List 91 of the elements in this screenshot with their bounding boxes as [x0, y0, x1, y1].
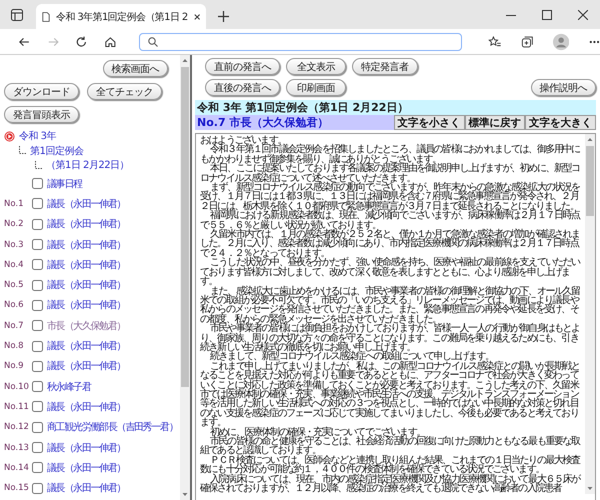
- speech-number: No.1: [4, 198, 25, 209]
- speech-checkbox[interactable]: [32, 422, 43, 433]
- collections-icon[interactable]: [521, 34, 535, 48]
- speech-checkbox[interactable]: [32, 360, 43, 372]
- home-icon[interactable]: [104, 34, 117, 48]
- speech-link[interactable]: 議長（永田一伸君）: [47, 359, 126, 374]
- profile-icon[interactable]: [552, 32, 570, 50]
- speech-link[interactable]: 議長（永田一伸君）: [47, 400, 126, 414]
- close-icon[interactable]: [194, 12, 200, 20]
- speech-paragraph: 入院病床については、現在、市内の感染症指定医療機関及び協力医療機関において最大６５床が確保されておりますが、１２月以降、感染症の治療を終えても退院できない高齢者の入院患者: [200, 474, 582, 494]
- speech-number: No.10: [4, 382, 30, 392]
- speech-link[interactable]: 商工観光労働部長（吉田秀一君）: [47, 420, 178, 434]
- speech-paragraph: こうした状況の中、昼夜を分かたず、強い使命感を持ち、医療や福祉の最前線を支えていただいております皆様方に対しまして、改めて深く敬意を表しますとともに、心より感謝を申し上げます。: [200, 258, 582, 286]
- close-icon[interactable]: [578, 10, 588, 20]
- speech-link[interactable]: 秋永峰子君: [47, 380, 91, 394]
- speech-paragraph: 初めに、医療体制の確保・充実についてでございます。: [210, 428, 426, 437]
- address-field[interactable]: [138, 32, 462, 50]
- speech-number: No.2: [4, 219, 25, 230]
- session-title-bar: 令和 3年 第1回定例会（第1日 2月22日）: [195, 100, 596, 115]
- speech-number: No.7: [4, 320, 25, 331]
- speaker-name: No.7 市長（大久保勉君）: [197, 115, 328, 130]
- tree-link[interactable]: （第1日 2月22日）: [46, 158, 130, 172]
- speech-number: No.4: [4, 260, 25, 270]
- new-tab-icon[interactable]: [218, 11, 229, 22]
- speech-paragraph: これまで申し上げてまいりましたが、私は、この新型コロナウイルス感染症との闘いが長期戦となることを見据えた対応が何よりも重要であるとともに、アフターコロナで社会が大きく変わっていくことに対応した政策を準備しておくことが必要と考えております。こうした考えの下、久留米市では医療体制の確保・充実、事業継続や市民生活への支援、デジタルトランスフォーメーション等を活用した新しい生活様式への対応の３つを視点とし、一時的ではない中長期的な対策と切れ目のない支援を感染症のフェーズに応じて実施してまいりましたし、今後も必要であると考えております。: [200, 362, 581, 428]
- browser-tab[interactable]: 令和 3年第1回定例会（第1日 2: [36, 4, 206, 29]
- speech-link[interactable]: 議長（永田一伸君）: [47, 481, 126, 496]
- tree-link[interactable]: 令和 3年: [19, 129, 56, 144]
- speech-link[interactable]: 議長（永田一伸君）: [47, 460, 126, 475]
- tab-actions-icon[interactable]: [10, 8, 24, 22]
- speech-link[interactable]: 議長（永田一伸君）: [47, 440, 126, 454]
- speech-number: No.13: [4, 442, 30, 452]
- speech-link[interactable]: 議事日程: [47, 176, 82, 191]
- speech-checkbox[interactable]: [32, 320, 43, 332]
- tree-link[interactable]: 第1回定例会: [30, 144, 84, 158]
- nav-button[interactable]: 印刷画面: [286, 79, 346, 96]
- speech-checkbox[interactable]: [32, 198, 43, 210]
- speech-checkbox[interactable]: [32, 340, 43, 352]
- sidebar-button[interactable]: 全てチェック: [87, 83, 162, 100]
- scrollbar[interactable]: [180, 55, 190, 500]
- sidebar-button[interactable]: 検索画面へ: [102, 60, 168, 77]
- speech-checkbox[interactable]: [32, 300, 43, 311]
- font-size-button[interactable]: 標準に戻す: [464, 115, 525, 130]
- nav-button[interactable]: 直前の発言へ: [205, 58, 280, 75]
- speech-checkbox[interactable]: [32, 482, 43, 494]
- font-size-button[interactable]: 文字を大きく: [525, 115, 596, 130]
- maximize-icon[interactable]: [542, 10, 552, 20]
- more-icon[interactable]: [589, 40, 600, 44]
- speech-checkbox[interactable]: [32, 259, 43, 270]
- tab-title: 令和 3年第1回定例会（第1日 2: [56, 10, 188, 24]
- speech-checkbox[interactable]: [32, 280, 43, 291]
- speech-link[interactable]: 議長（永田一伸君）: [47, 196, 126, 211]
- nav-button[interactable]: 特定発言者: [352, 58, 418, 75]
- speech-number: No.12: [4, 422, 30, 432]
- refresh-icon[interactable]: [75, 34, 88, 48]
- speech-link[interactable]: 議長（永田一伸君）: [47, 298, 126, 312]
- speech-checkbox[interactable]: [32, 239, 43, 250]
- help-button[interactable]: 操作説明へ: [530, 79, 596, 96]
- speech-number: No.11: [4, 402, 30, 412]
- speech-checkbox[interactable]: [32, 462, 43, 474]
- nav-button[interactable]: 全文表示: [286, 58, 346, 75]
- search-icon: [148, 36, 158, 46]
- speech-number: No.15: [4, 483, 30, 494]
- speech-link[interactable]: 議長（永田一伸君）: [47, 258, 126, 272]
- nav-button[interactable]: 直後の発言へ: [205, 79, 280, 96]
- speech-checkbox[interactable]: [32, 218, 43, 230]
- speech-number: No.6: [4, 300, 25, 310]
- speech-checkbox[interactable]: [32, 178, 43, 190]
- font-size-button[interactable]: 文字を小さく: [394, 115, 464, 130]
- speech-number: No.14: [4, 462, 30, 473]
- favorites-icon[interactable]: [488, 34, 502, 48]
- speech-paragraph: また、感染拡大に歯止めをかけるには、市民や事業者の皆様の御理解と御協力の下、オール久留米での取組が必要不可欠です。市民の「いのち支える」リレーメッセージでは、動画により議長や私からのメッセージを発信させていただきました。また、緊急事態宣言の再発令や延長を受け、その都度、私からの緊急メッセージを出させていただきました。: [200, 286, 581, 324]
- speech-number: No.9: [4, 361, 25, 372]
- speech-paragraph: ＰＣＲ検査については、医師会などと連携し取り組んだ結果、これまでの１日当たりの最大検査数にも十分対応が可能な約１，４００件の検査体制を確保できている状況でございます。: [200, 456, 582, 475]
- speech-link[interactable]: 議長（永田一伸君）: [47, 278, 126, 292]
- speech-paragraph: 市民の皆様の命と健康を守ることは、社会経済活動の回復に向けた原動力ともなる最も重要な取組であると認識しております。: [200, 437, 582, 456]
- speech-link[interactable]: 議長（永田一伸君）: [47, 238, 126, 252]
- document-icon: [42, 10, 50, 22]
- speech-link[interactable]: 議長（永田一伸君）: [47, 339, 126, 354]
- speech-link[interactable]: 市長（大久保勉君）: [47, 318, 126, 333]
- speech-checkbox[interactable]: [32, 401, 43, 412]
- play-circle-icon[interactable]: [4, 130, 15, 142]
- speech-number: No.8: [4, 341, 25, 352]
- speech-number: No.3: [4, 240, 25, 250]
- speech-link[interactable]: 議長（永田一伸君）: [47, 217, 126, 232]
- speech-checkbox[interactable]: [32, 442, 43, 453]
- speech-number: No.5: [4, 280, 25, 290]
- speech-paragraph: 続きまして、新型コロナウイルス感染症への取組について申し上げます。: [210, 352, 494, 362]
- speech-checkbox[interactable]: [32, 381, 43, 392]
- sidebar-button[interactable]: 発言冒頭表示: [4, 106, 79, 123]
- sidebar-button[interactable]: ダウンロード: [4, 83, 79, 100]
